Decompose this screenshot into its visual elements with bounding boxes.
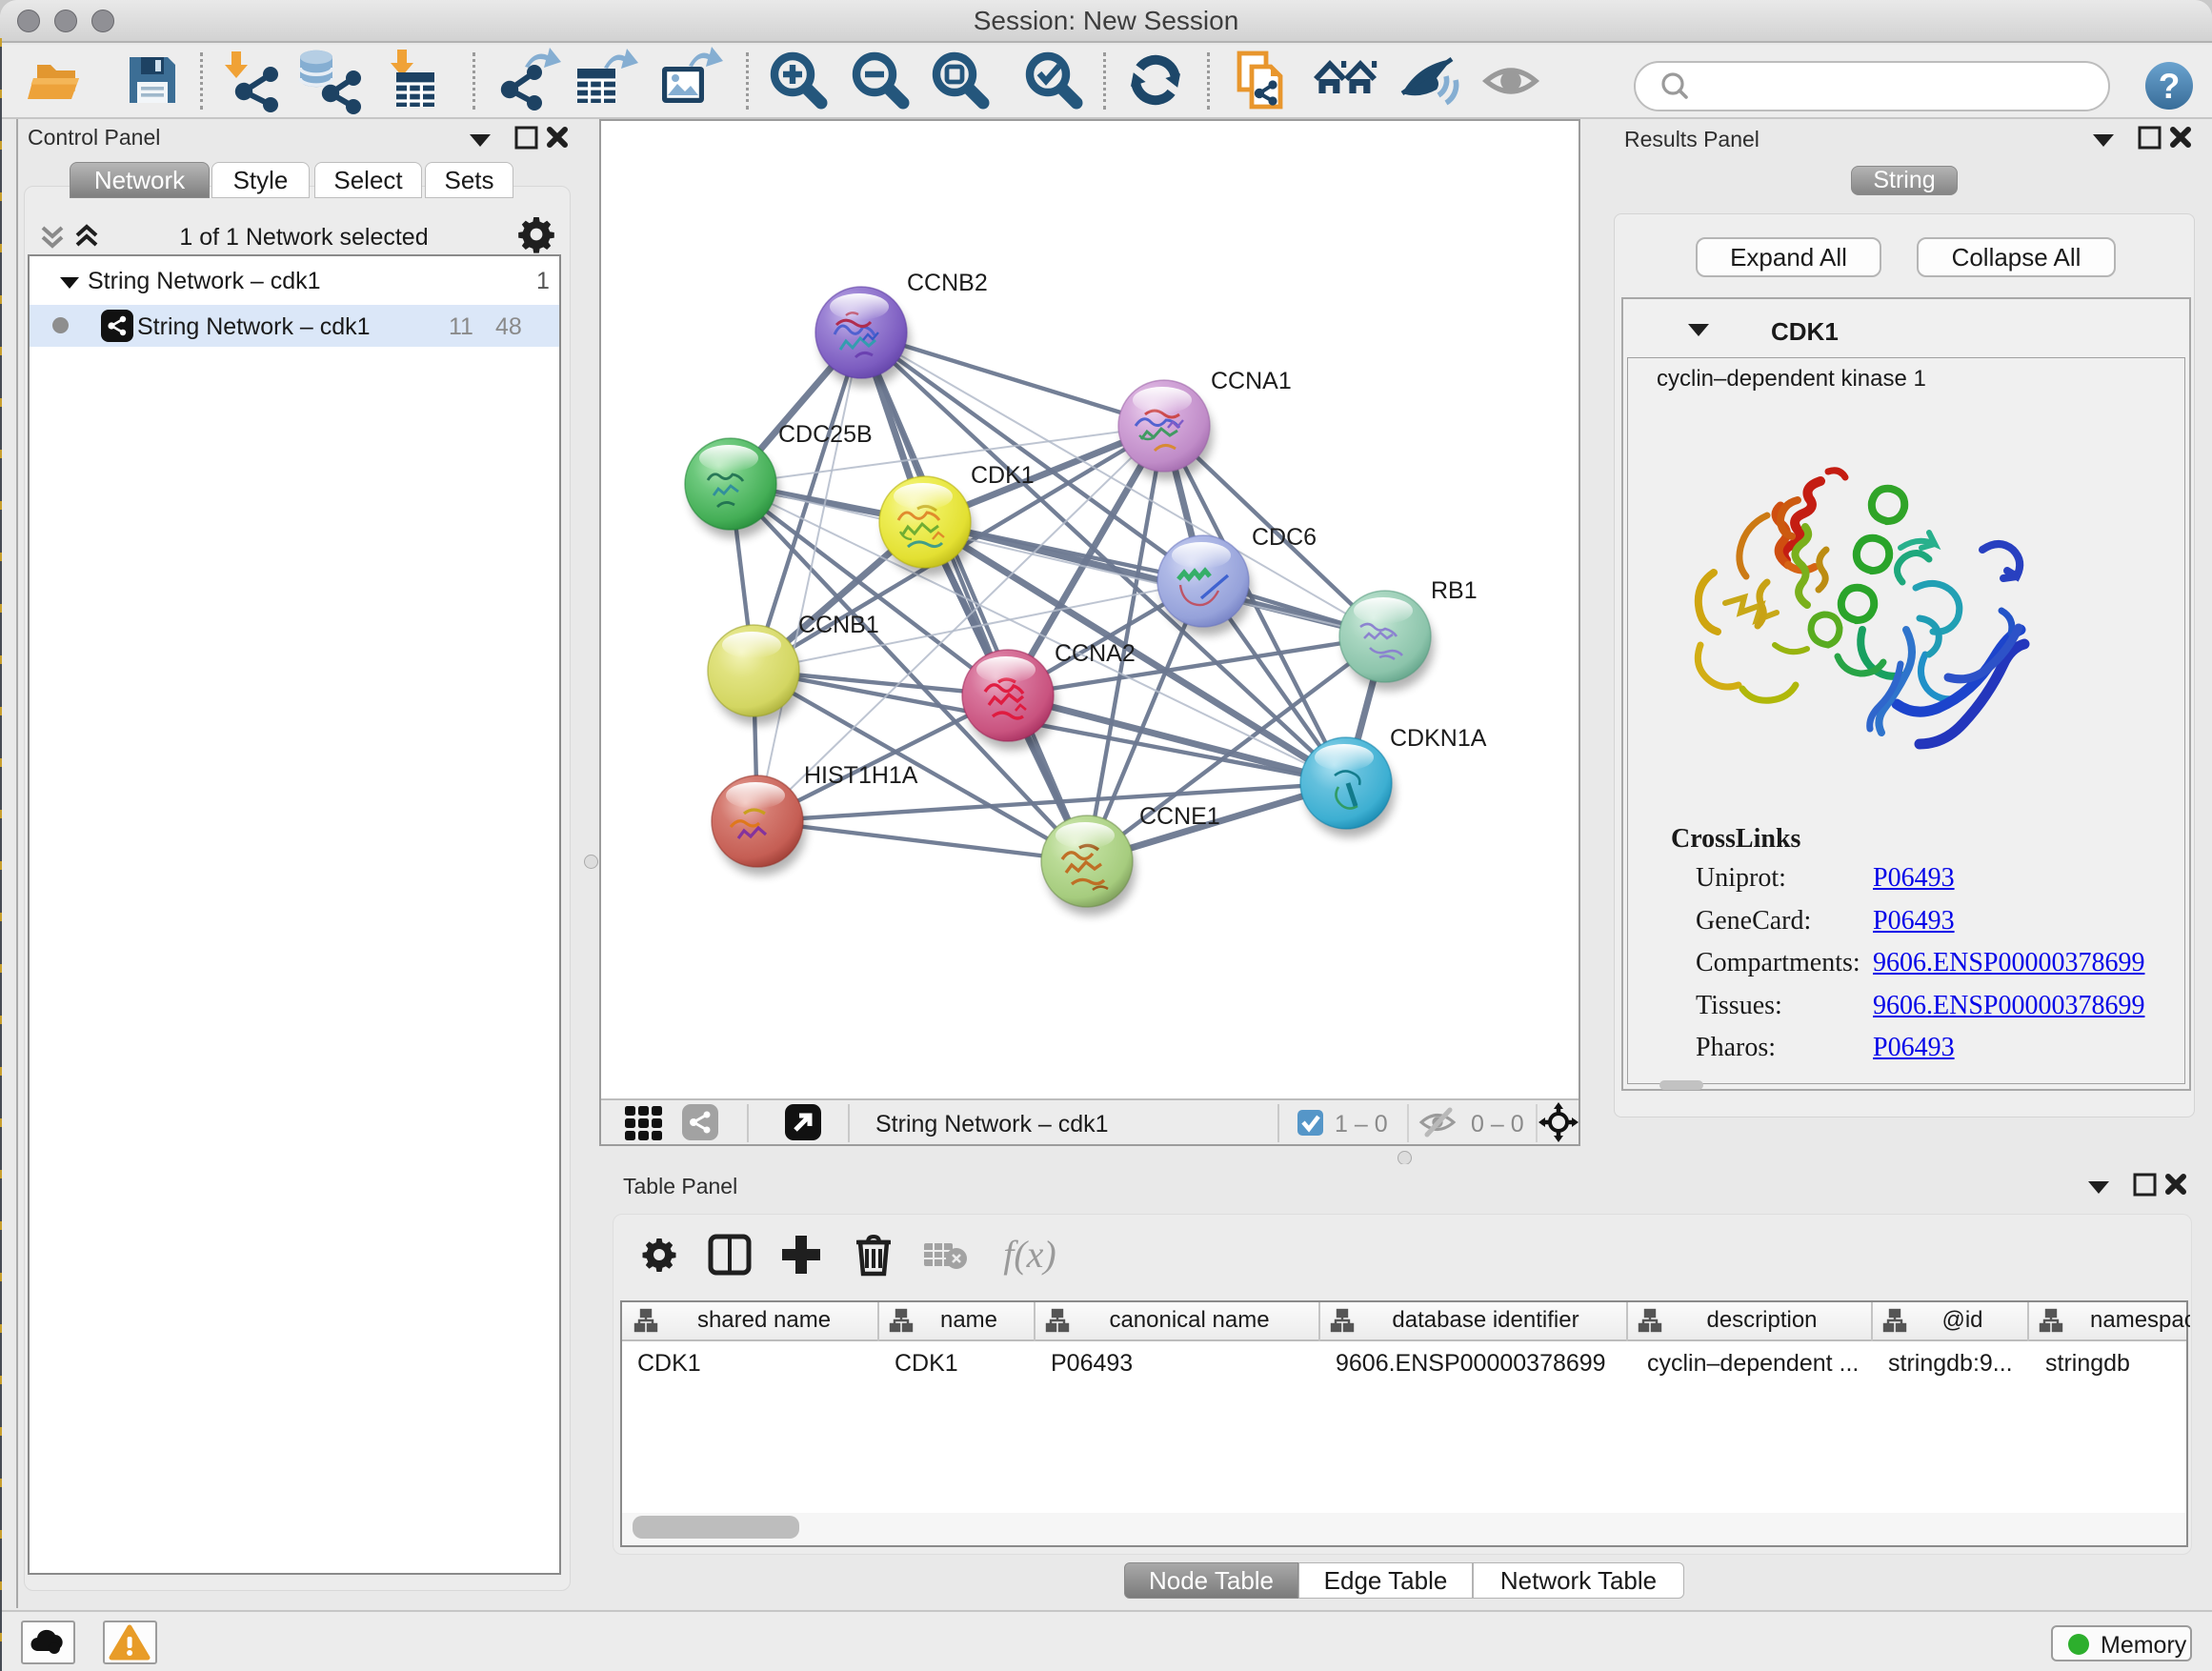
svg-text:HIST1H1A: HIST1H1A: [804, 762, 918, 789]
svg-text:CDKN1A: CDKN1A: [1390, 725, 1487, 752]
svg-text:CCNB1: CCNB1: [798, 612, 879, 638]
svg-text:CDC25B: CDC25B: [778, 421, 873, 448]
svg-text:CCNE1: CCNE1: [1139, 803, 1220, 830]
svg-text:RB1: RB1: [1431, 577, 1478, 604]
svg-text:CCNA2: CCNA2: [1055, 640, 1136, 667]
svg-text:CCNA1: CCNA1: [1211, 368, 1292, 394]
svg-text:CDC6: CDC6: [1252, 524, 1317, 551]
svg-text:CDK1: CDK1: [971, 462, 1035, 489]
svg-text:1 – 0: 1 – 0: [1335, 1111, 1388, 1137]
svg-text:f(x): f(x): [1003, 1233, 1056, 1276]
svg-text:String Network – cdk1: String Network – cdk1: [875, 1111, 1109, 1137]
svg-text:CCNB2: CCNB2: [907, 270, 988, 296]
svg-text:?: ?: [2159, 67, 2181, 106]
svg-text:0 – 0: 0 – 0: [1471, 1111, 1524, 1137]
